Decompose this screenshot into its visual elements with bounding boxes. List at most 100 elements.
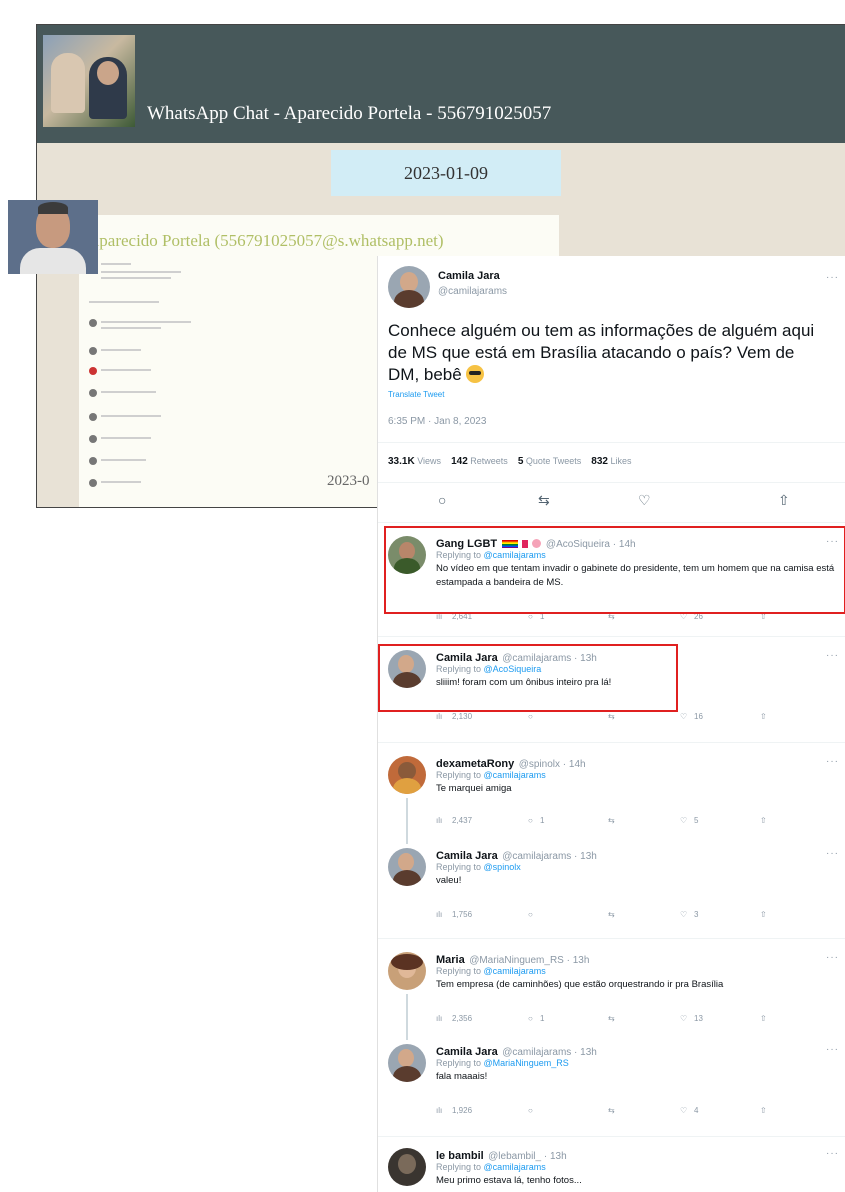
highlight-box bbox=[378, 644, 678, 712]
retweets-label[interactable]: Retweets bbox=[470, 456, 508, 466]
author-handle[interactable]: @camilajarams bbox=[438, 286, 507, 297]
reply-actions: ılı 2,641 ○ 1 ⇆ ♡ 26 ⇧ bbox=[436, 612, 776, 626]
highlight-box bbox=[384, 526, 845, 614]
views-count: 1,926 bbox=[452, 1106, 473, 1115]
views-label: Views bbox=[417, 456, 442, 466]
replying-to-label: Replying to bbox=[436, 1058, 482, 1068]
reply-author-name[interactable]: Camila Jara bbox=[436, 850, 498, 862]
more-options-icon[interactable]: ··· bbox=[826, 952, 839, 963]
message-image-thumbnail[interactable] bbox=[83, 257, 253, 493]
retweet-icon[interactable]: ⇆ bbox=[608, 1106, 615, 1115]
retweet-icon[interactable]: ⇆ bbox=[608, 712, 615, 721]
replying-to-link[interactable]: @camilajarams bbox=[484, 770, 546, 780]
reply-tweet[interactable]: Maria @MariaNinguem_RS · 13h ··· Replyin… bbox=[378, 944, 845, 1040]
reply-author-handle[interactable]: @camilajarams · 13h bbox=[502, 1047, 597, 1058]
replying-to-label: Replying to bbox=[436, 862, 482, 872]
quotes-label[interactable]: Quote Tweets bbox=[526, 456, 581, 466]
share-icon[interactable]: ⇧ bbox=[760, 910, 767, 919]
views-count: 2,130 bbox=[452, 712, 473, 721]
replying-to-link[interactable]: @spinolx bbox=[484, 862, 521, 872]
like-icon[interactable]: ♡ bbox=[680, 816, 687, 825]
reply-icon[interactable]: ○ bbox=[528, 910, 533, 919]
author-avatar[interactable] bbox=[388, 266, 430, 308]
reply-actions: ılı 1,756 ○ ⇆ ♡ 3 ⇧ bbox=[436, 910, 776, 924]
author-name[interactable]: Camila Jara bbox=[438, 270, 500, 282]
reply-icon[interactable]: ○ bbox=[438, 492, 446, 508]
share-icon[interactable]: ⇧ bbox=[778, 492, 790, 509]
share-icon[interactable]: ⇧ bbox=[760, 816, 767, 825]
reply-author-name[interactable]: dexametaRony bbox=[436, 758, 514, 770]
reply-icon[interactable]: ○ bbox=[528, 712, 533, 721]
more-options-icon[interactable]: ··· bbox=[826, 272, 839, 283]
like-icon[interactable]: ♡ bbox=[680, 1106, 687, 1115]
whatsapp-header: WhatsApp Chat - Aparecido Portela - 5567… bbox=[37, 25, 845, 143]
like-icon[interactable]: ♡ bbox=[680, 712, 687, 721]
reply-avatar[interactable] bbox=[388, 952, 426, 990]
share-icon[interactable]: ⇧ bbox=[760, 1106, 767, 1115]
replying-to-label: Replying to bbox=[436, 1162, 482, 1172]
replying-to-link[interactable]: @camilajarams bbox=[484, 1162, 546, 1172]
reply-count: 1 bbox=[540, 816, 545, 825]
like-count: 13 bbox=[694, 1014, 703, 1023]
reply-author-handle[interactable]: @camilajarams · 13h bbox=[502, 851, 597, 862]
retweet-icon[interactable]: ⇆ bbox=[608, 1014, 615, 1023]
retweet-icon[interactable]: ⇆ bbox=[608, 816, 615, 825]
retweets-count[interactable]: 142 bbox=[451, 456, 468, 467]
chat-title: WhatsApp Chat - Aparecido Portela - 5567… bbox=[147, 103, 552, 124]
more-options-icon[interactable]: ··· bbox=[826, 756, 839, 767]
message-timestamp: 2023-0 bbox=[327, 473, 370, 489]
reply-text: Te marquei amiga bbox=[436, 783, 512, 794]
reply-author-name[interactable]: Maria bbox=[436, 954, 465, 966]
reply-icon[interactable]: ○ bbox=[528, 1014, 533, 1023]
retweet-icon[interactable]: ⇆ bbox=[538, 492, 550, 509]
reply-actions: ılı 2,437 ○ 1 ⇆ ♡ 5 ⇧ bbox=[436, 816, 776, 830]
like-icon[interactable]: ♡ bbox=[638, 492, 651, 509]
tweet-text: Conhece alguém ou tem as informações de … bbox=[388, 320, 828, 386]
views-icon[interactable]: ılı bbox=[436, 816, 442, 825]
reply-actions: ılı 2,130 ○ ⇆ ♡ 16 ⇧ bbox=[436, 712, 776, 726]
reply-tweet[interactable]: le bambil @lebambil_ · 13h ··· Replying … bbox=[378, 1140, 845, 1192]
sender-avatar bbox=[8, 200, 98, 274]
translate-tweet-link[interactable]: Translate Tweet bbox=[388, 390, 444, 399]
main-tweet-actions: ○ ⇆ ♡ ⇧ bbox=[378, 492, 845, 516]
reply-author-name[interactable]: le bambil bbox=[436, 1150, 484, 1162]
replying-to-link[interactable]: @MariaNinguem_RS bbox=[484, 1058, 569, 1068]
reply-author-handle[interactable]: @MariaNinguem_RS · 13h bbox=[469, 955, 589, 966]
tweet-datetime[interactable]: 6:35 PM · Jan 8, 2023 bbox=[388, 416, 486, 427]
reply-icon[interactable]: ○ bbox=[528, 816, 533, 825]
contact-avatar bbox=[43, 35, 135, 127]
reply-tweet[interactable]: Camila Jara @camilajarams · 13h ··· Repl… bbox=[378, 840, 845, 936]
quotes-count[interactable]: 5 bbox=[518, 456, 524, 467]
views-icon[interactable]: ılı bbox=[436, 910, 442, 919]
more-options-icon[interactable]: ··· bbox=[826, 848, 839, 859]
tweet-text-content: Conhece alguém ou tem as informações de … bbox=[388, 321, 815, 384]
reply-author-handle[interactable]: @spinolx · 14h bbox=[519, 759, 586, 770]
like-icon[interactable]: ♡ bbox=[680, 910, 687, 919]
views-icon[interactable]: ılı bbox=[436, 1014, 442, 1023]
replying-to-link[interactable]: @camilajarams bbox=[484, 966, 546, 976]
reply-avatar[interactable] bbox=[388, 848, 426, 886]
likes-count[interactable]: 832 bbox=[591, 456, 608, 467]
reply-author-name[interactable]: Camila Jara bbox=[436, 1046, 498, 1058]
reply-avatar[interactable] bbox=[388, 1044, 426, 1082]
likes-label[interactable]: Likes bbox=[611, 456, 632, 466]
views-count: 2,356 bbox=[452, 1014, 473, 1023]
reply-tweet[interactable]: dexametaRony @spinolx · 14h ··· Replying… bbox=[378, 748, 845, 844]
like-count: 16 bbox=[694, 712, 703, 721]
reply-author-handle[interactable]: @lebambil_ · 13h bbox=[488, 1151, 567, 1162]
retweet-icon[interactable]: ⇆ bbox=[608, 910, 615, 919]
reply-icon[interactable]: ○ bbox=[528, 1106, 533, 1115]
views-icon[interactable]: ılı bbox=[436, 712, 442, 721]
reply-tweet[interactable]: Camila Jara @camilajarams · 13h ··· Repl… bbox=[378, 1036, 845, 1134]
more-options-icon[interactable]: ··· bbox=[826, 1148, 839, 1159]
more-options-icon[interactable]: ··· bbox=[826, 1044, 839, 1055]
share-icon[interactable]: ⇧ bbox=[760, 1014, 767, 1023]
reply-avatar[interactable] bbox=[388, 756, 426, 794]
views-icon[interactable]: ılı bbox=[436, 1106, 442, 1115]
tweet-stats: 33.1K Views 142 Retweets 5 Quote Tweets … bbox=[388, 456, 632, 467]
reply-text: Meu primo estava lá, tenho fotos... bbox=[436, 1175, 582, 1186]
like-icon[interactable]: ♡ bbox=[680, 1014, 687, 1023]
more-options-icon[interactable]: ··· bbox=[826, 650, 839, 661]
reply-avatar[interactable] bbox=[388, 1148, 426, 1186]
share-icon[interactable]: ⇧ bbox=[760, 712, 767, 721]
